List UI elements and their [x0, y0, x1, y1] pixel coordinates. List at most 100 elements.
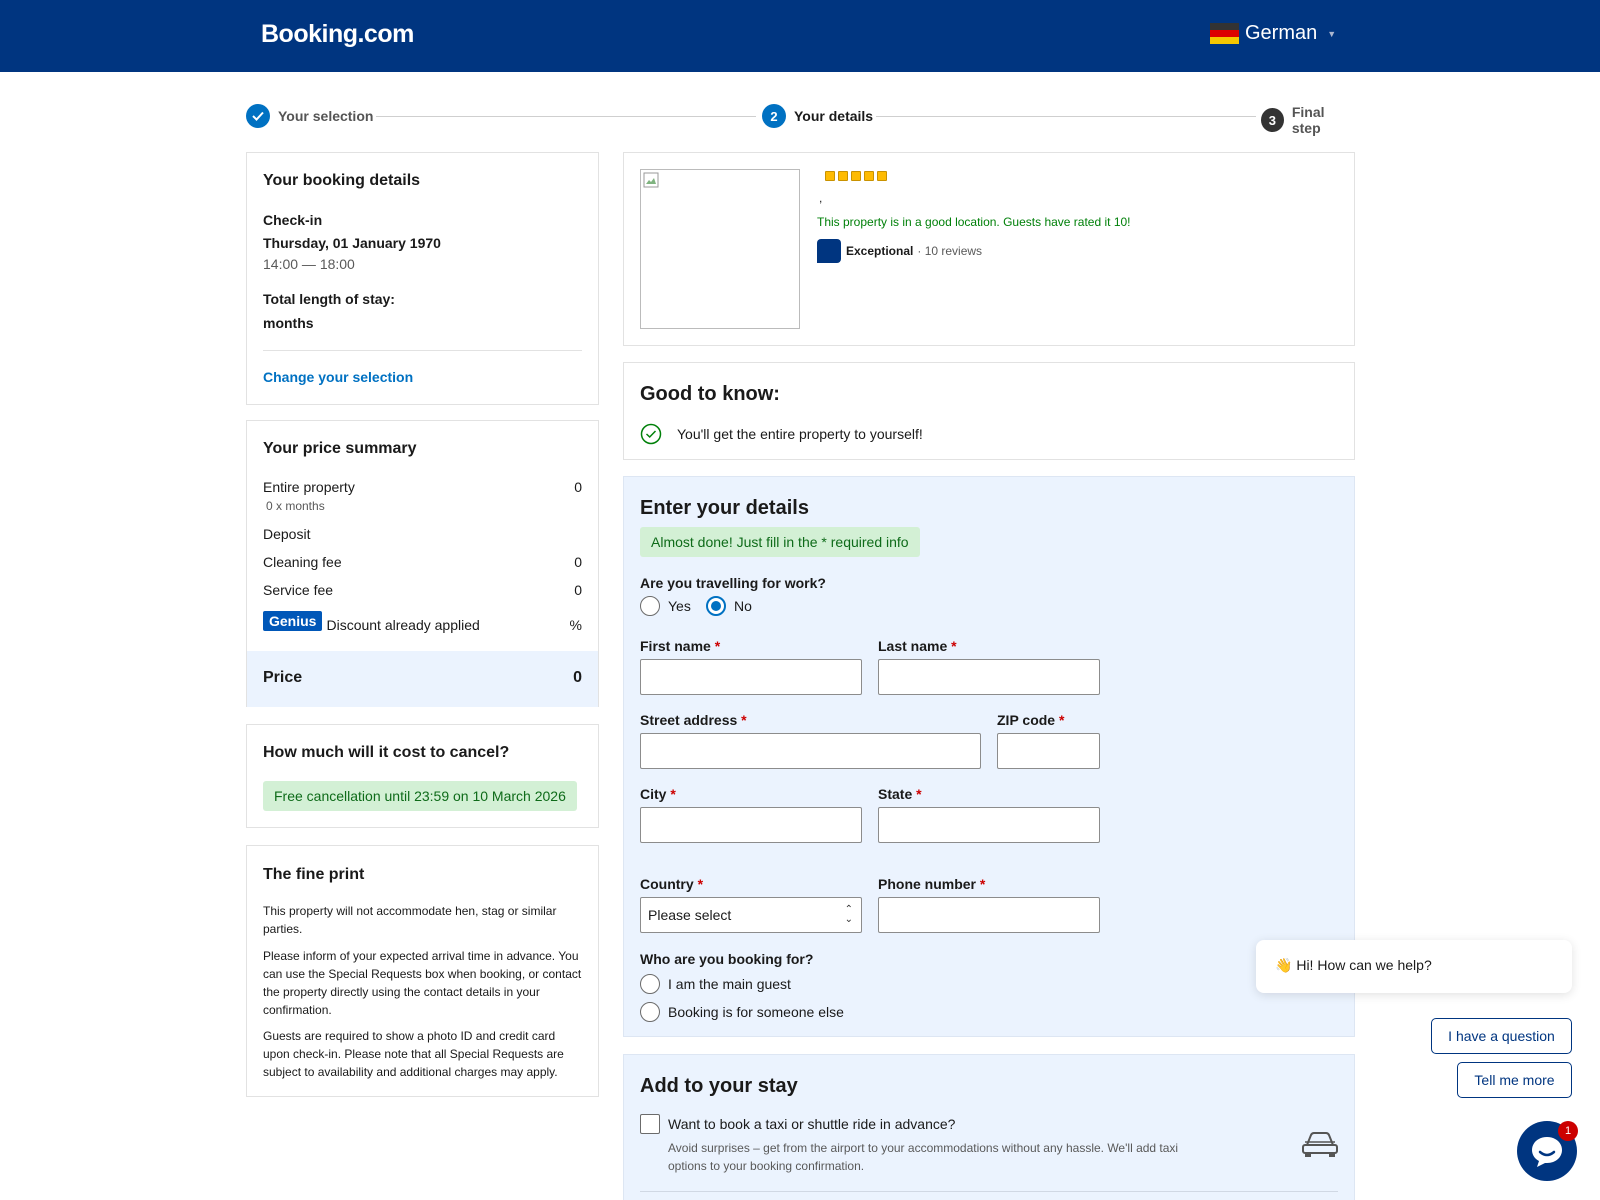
work-option-label: Yes — [668, 598, 691, 614]
review-count: · 10 reviews — [917, 244, 983, 258]
chat-greeting: Hi! How can we help? — [1296, 957, 1432, 973]
check-circle-icon — [640, 423, 662, 445]
step-your-details: 2 Your details — [762, 104, 874, 128]
taxi-label[interactable]: Want to book a taxi or shuttle ride in a… — [668, 1116, 955, 1132]
fine-print-paragraph: Guests are required to show a photo ID a… — [263, 1029, 564, 1079]
chat-greeting-bubble: 👋 Hi! How can we help? — [1256, 940, 1572, 993]
radio-no[interactable] — [706, 596, 726, 616]
last-name-label: Last name * — [878, 638, 957, 654]
radio-yes[interactable] — [640, 596, 660, 616]
price-total-row: Price 0 — [247, 651, 598, 707]
score-badge — [817, 239, 841, 263]
good-to-know-title: Good to know: — [640, 383, 780, 405]
radio-someone-else[interactable] — [640, 1002, 660, 1022]
fine-print-card: The fine print This property will not ac… — [246, 845, 599, 1097]
radio-main-guest[interactable] — [640, 974, 660, 994]
good-to-know-text: You'll get the entire property to yourse… — [677, 426, 923, 442]
work-option-label: No — [734, 598, 752, 614]
star-icon — [825, 171, 835, 181]
fine-print-title: The fine print — [263, 866, 365, 883]
city-input[interactable] — [640, 807, 862, 843]
step-divider — [376, 116, 756, 117]
star-icon — [851, 171, 861, 181]
genius-discount-text: Discount already applied — [326, 617, 480, 633]
country-select-value: Please select — [648, 907, 732, 923]
wave-icon: 👋 — [1275, 957, 1293, 973]
german-flag-icon — [1210, 22, 1239, 45]
divider — [640, 1191, 1338, 1192]
state-label: State * — [878, 786, 922, 802]
first-name-input[interactable] — [640, 659, 862, 695]
star-icon — [864, 171, 874, 181]
booking-details-title: Your booking details — [263, 172, 421, 189]
property-photo[interactable] — [640, 169, 800, 329]
genius-discount-value: % — [569, 617, 582, 633]
progress-steps: Your selection 2 Your details 3 Final st… — [246, 104, 1354, 136]
step-final: 3 Final step — [1261, 104, 1354, 136]
star-icon — [838, 171, 848, 181]
have-question-button[interactable]: I have a question — [1431, 1018, 1572, 1054]
cancellation-card: How much will it cost to cancel? Free ca… — [246, 724, 599, 828]
step-number: 2 — [762, 104, 786, 128]
chevron-down-icon: ▼ — [1327, 28, 1337, 39]
booking-for-someone-else[interactable]: Booking is for someone else — [640, 1002, 844, 1022]
zip-code-label: ZIP code * — [997, 712, 1065, 728]
price-summary-card: Your price summary Entire property 0 0 x… — [246, 420, 599, 707]
price-row-label: Service fee — [263, 582, 334, 598]
fine-print-paragraph: This property will not accommodate hen, … — [263, 904, 557, 936]
top-header: Booking.com German ▼ — [0, 0, 1600, 72]
state-input[interactable] — [878, 807, 1100, 843]
last-name-input[interactable] — [878, 659, 1100, 695]
property-card: , This property is in a good location. G… — [623, 152, 1355, 346]
star-rating — [825, 171, 887, 181]
booking-for-question: Who are you booking for? — [640, 951, 814, 967]
step-label: Final step — [1291, 104, 1325, 136]
review-score[interactable]: Exceptional · 10 reviews — [817, 239, 982, 263]
enter-details-title: Enter your details — [640, 497, 809, 519]
chevron-updown-icon: ⌃ ⌄ — [844, 904, 853, 925]
work-question: Are you travelling for work? — [640, 575, 826, 591]
price-row-entire-property: Entire property 0 — [263, 479, 582, 495]
booking-for-main-guest[interactable]: I am the main guest — [640, 974, 791, 994]
location-note: This property is in a good location. Gue… — [817, 215, 1131, 229]
zip-code-input[interactable] — [997, 733, 1100, 769]
divider — [263, 350, 582, 351]
country-label: Country * — [640, 876, 704, 892]
language-label: German — [1245, 22, 1318, 44]
add-to-stay-title: Add to your stay — [640, 1075, 798, 1097]
step-label: Your selection — [278, 108, 374, 124]
language-selector[interactable]: German ▼ — [1210, 22, 1336, 45]
chat-notification-badge: 1 — [1558, 1121, 1578, 1141]
required-info-notice: Almost done! Just fill in the * required… — [640, 527, 920, 557]
country-select[interactable]: Please select ⌃ ⌄ — [640, 897, 862, 933]
work-option-yes[interactable]: Yes — [640, 596, 691, 616]
step-divider — [876, 116, 1256, 117]
checkin-date: Thursday, 01 January 1970 — [263, 235, 441, 251]
property-address: , — [819, 191, 823, 205]
taxi-checkbox[interactable] — [640, 1114, 660, 1134]
free-cancellation-badge: Free cancellation until 23:59 on 10 Marc… — [263, 781, 577, 811]
stay-length-value: months — [263, 315, 314, 331]
price-row-label: Deposit — [263, 526, 311, 542]
first-name-label: First name * — [640, 638, 721, 654]
work-option-no[interactable]: No — [706, 596, 752, 616]
price-row-cleaning: Cleaning fee 0 — [263, 554, 582, 570]
street-address-input[interactable] — [640, 733, 981, 769]
fine-print-paragraph: Please inform of your expected arrival t… — [263, 949, 582, 1017]
genius-badge: Genius — [263, 611, 323, 631]
step-your-selection[interactable]: Your selection — [246, 104, 374, 128]
good-to-know-item: You'll get the entire property to yourse… — [640, 423, 923, 445]
price-summary-title: Your price summary — [263, 440, 417, 457]
change-selection-link[interactable]: Change your selection — [263, 369, 413, 385]
tell-me-more-button[interactable]: Tell me more — [1457, 1062, 1572, 1098]
price-total-value: 0 — [573, 669, 582, 686]
add-to-stay-card: Add to your stay Want to book a taxi or … — [623, 1054, 1355, 1200]
phone-input[interactable] — [878, 897, 1100, 933]
price-total-label: Price — [263, 669, 303, 686]
checkin-time: 14:00 — 18:00 — [263, 256, 355, 272]
star-icon — [877, 171, 887, 181]
booking-logo[interactable]: Booking.com — [261, 20, 414, 49]
booking-for-label: I am the main guest — [668, 976, 791, 992]
cancellation-title: How much will it cost to cancel? — [263, 744, 510, 761]
street-address-label: Street address * — [640, 712, 747, 728]
